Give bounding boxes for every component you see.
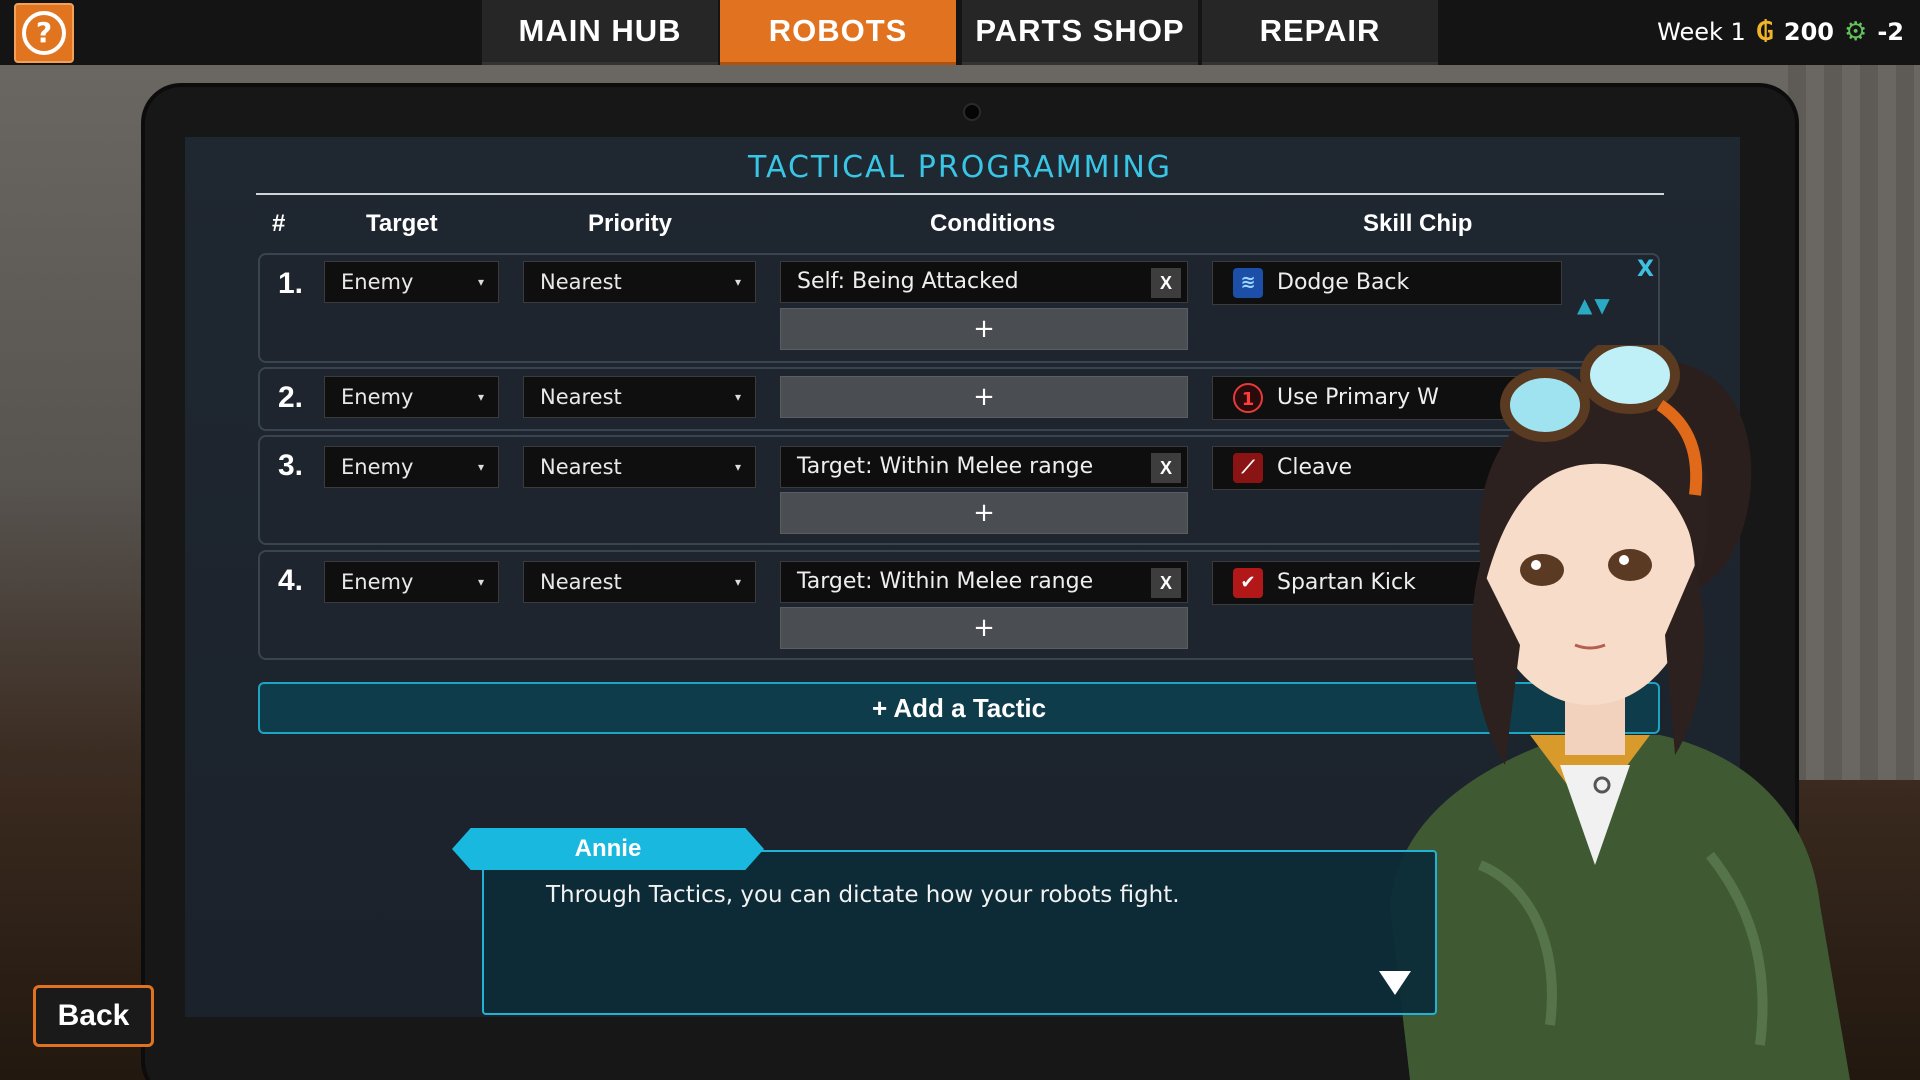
primary-weapon-icon: 1 <box>1233 383 1263 413</box>
row-number: 1. <box>278 267 304 300</box>
cleave-icon: ⟋ <box>1233 453 1263 483</box>
header-conditions: Conditions <box>930 210 1056 237</box>
target-dropdown[interactable]: Enemy ▾ <box>324 261 499 303</box>
condition-field[interactable]: Target: Within Melee range X <box>780 446 1188 488</box>
skill-label: Dodge Back <box>1277 270 1410 295</box>
priority-value: Nearest <box>540 385 622 409</box>
target-value: Enemy <box>341 385 414 409</box>
top-nav-bar: ? MAIN HUB ROBOTS PARTS SHOP REPAIR Week… <box>0 0 1920 65</box>
week-label: Week 1 <box>1657 18 1746 46</box>
remove-condition-button[interactable]: X <box>1151 268 1181 298</box>
add-condition-button[interactable]: + <box>780 376 1188 418</box>
target-value: Enemy <box>341 270 414 294</box>
condition-label: Target: Within Melee range <box>797 569 1094 594</box>
condition-field[interactable]: Self: Being Attacked X <box>780 261 1188 303</box>
tab-main-hub[interactable]: MAIN HUB <box>482 0 718 65</box>
caret-down-icon: ▾ <box>477 575 484 589</box>
dodge-back-icon: ≋ <box>1233 268 1263 298</box>
add-condition-button[interactable]: + <box>780 607 1188 649</box>
continue-arrow-icon[interactable] <box>1379 971 1411 995</box>
tablet-camera <box>963 103 981 121</box>
priority-dropdown[interactable]: Nearest ▾ <box>523 376 756 418</box>
caret-down-icon: ▾ <box>734 575 741 589</box>
caret-down-icon: ▾ <box>477 390 484 404</box>
panel-title: TACTICAL PROGRAMMING <box>747 150 1173 185</box>
add-condition-button[interactable]: + <box>780 492 1188 534</box>
target-dropdown[interactable]: Enemy ▾ <box>324 561 499 603</box>
header-priority: Priority <box>588 210 673 237</box>
priority-dropdown[interactable]: Nearest ▾ <box>523 561 756 603</box>
condition-label: Target: Within Melee range <box>797 454 1094 479</box>
dialogue-box[interactable]: Through Tactics, you can dictate how you… <box>482 850 1437 1015</box>
priority-value: Nearest <box>540 455 622 479</box>
priority-dropdown[interactable]: Nearest ▾ <box>523 446 756 488</box>
delete-tactic-button[interactable]: X <box>1637 257 1654 282</box>
priority-value: Nearest <box>540 270 622 294</box>
target-dropdown[interactable]: Enemy ▾ <box>324 376 499 418</box>
caret-down-icon: ▾ <box>734 460 741 474</box>
skill-chip-slot[interactable]: ≋ Dodge Back <box>1212 261 1562 305</box>
reorder-arrows-icon[interactable]: ▲▼ <box>1577 293 1612 317</box>
header-target: Target <box>366 210 438 237</box>
question-icon: ? <box>22 11 66 55</box>
header-number: # <box>272 210 286 237</box>
target-dropdown[interactable]: Enemy ▾ <box>324 446 499 488</box>
condition-field[interactable]: Target: Within Melee range X <box>780 561 1188 603</box>
remove-condition-button[interactable]: X <box>1151 453 1181 483</box>
resource-status: Week 1 ₲ 200 ⚙ -2 <box>1657 14 1904 50</box>
header-skill-chip: Skill Chip <box>1363 210 1473 237</box>
tab-robots[interactable]: ROBOTS <box>720 0 956 65</box>
tab-repair[interactable]: REPAIR <box>1202 0 1438 65</box>
remove-condition-button[interactable]: X <box>1151 568 1181 598</box>
condition-label: Self: Being Attacked <box>797 269 1019 294</box>
scrap-gear-icon: ⚙ <box>1844 17 1868 47</box>
caret-down-icon: ▾ <box>477 460 484 474</box>
target-value: Enemy <box>341 570 414 594</box>
dialogue-text: Through Tactics, you can dictate how you… <box>546 882 1180 908</box>
spartan-kick-icon: ✔ <box>1233 568 1263 598</box>
help-button[interactable]: ? <box>14 3 74 63</box>
target-value: Enemy <box>341 455 414 479</box>
add-condition-button[interactable]: + <box>780 308 1188 350</box>
priority-dropdown[interactable]: Nearest ▾ <box>523 261 756 303</box>
row-number: 2. <box>278 381 304 414</box>
scrap-value: -2 <box>1877 18 1904 46</box>
caret-down-icon: ▾ <box>734 390 741 404</box>
money-value: 200 <box>1783 18 1835 46</box>
title-divider <box>256 193 1664 195</box>
priority-value: Nearest <box>540 570 622 594</box>
back-button[interactable]: Back <box>33 985 154 1047</box>
caret-down-icon: ▾ <box>477 275 484 289</box>
speaker-name-tag: Annie <box>452 828 764 870</box>
coin-icon: ₲ <box>1755 17 1774 47</box>
caret-down-icon: ▾ <box>734 275 741 289</box>
row-number: 3. <box>278 449 304 482</box>
row-number: 4. <box>278 564 304 597</box>
tab-parts-shop[interactable]: PARTS SHOP <box>962 0 1198 65</box>
